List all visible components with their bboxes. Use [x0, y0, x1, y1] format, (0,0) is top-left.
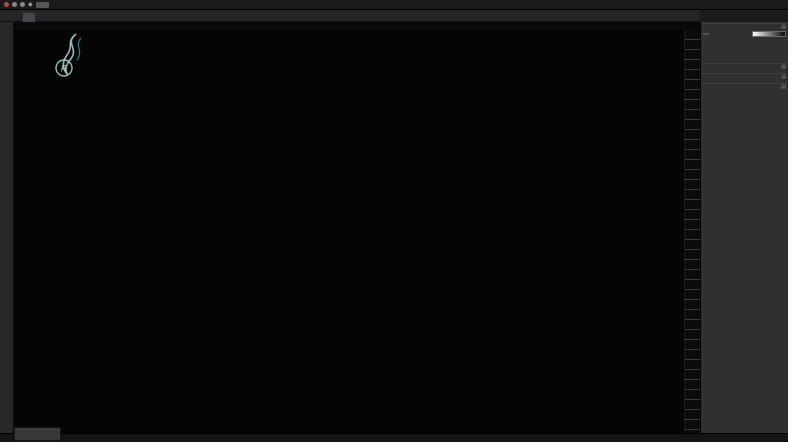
title-bar: ◆: [0, 0, 788, 10]
channels-menu-icon[interactable]: ▤: [781, 74, 786, 80]
minimize-window-button[interactable]: [12, 2, 17, 7]
history-menu-icon[interactable]: ▤: [781, 64, 786, 70]
gradient-ramp-slider[interactable]: [752, 31, 786, 37]
tab-feedback-animation-clip[interactable]: [22, 12, 36, 22]
layers-list: [703, 91, 786, 430]
status-bar: [0, 433, 788, 442]
document-icon: ◆: [28, 0, 33, 8]
close-window-button[interactable]: [4, 2, 9, 7]
tool-strip: [0, 22, 14, 433]
layers-section-header[interactable]: ▤: [703, 83, 786, 90]
composite-view-button[interactable]: [703, 33, 709, 35]
layers-toolbar: [703, 422, 786, 431]
navigator-box[interactable]: [14, 427, 61, 441]
zoom-window-button[interactable]: [20, 2, 25, 7]
history-section-header[interactable]: ▤: [703, 63, 786, 70]
titlebar-mode-button[interactable]: [35, 1, 49, 8]
tab-bar: [0, 10, 700, 22]
display-section-header[interactable]: ▤: [703, 23, 786, 30]
right-panel: ▤ ▤ ▤ ▤: [700, 22, 788, 433]
canvas[interactable]: R: [14, 30, 684, 441]
timeline-ruler[interactable]: [14, 22, 700, 30]
layers-menu-icon[interactable]: ▤: [781, 84, 786, 90]
channels-section-header[interactable]: ▤: [703, 73, 786, 80]
canvas-bands: [14, 30, 684, 433]
app-window: ◆ R ▤ ▤ ▤ ▤: [0, 0, 788, 442]
canvas-wrap: R: [14, 22, 700, 441]
vertical-ruler[interactable]: [684, 30, 700, 433]
panel-menu-icon[interactable]: ▤: [781, 24, 786, 30]
